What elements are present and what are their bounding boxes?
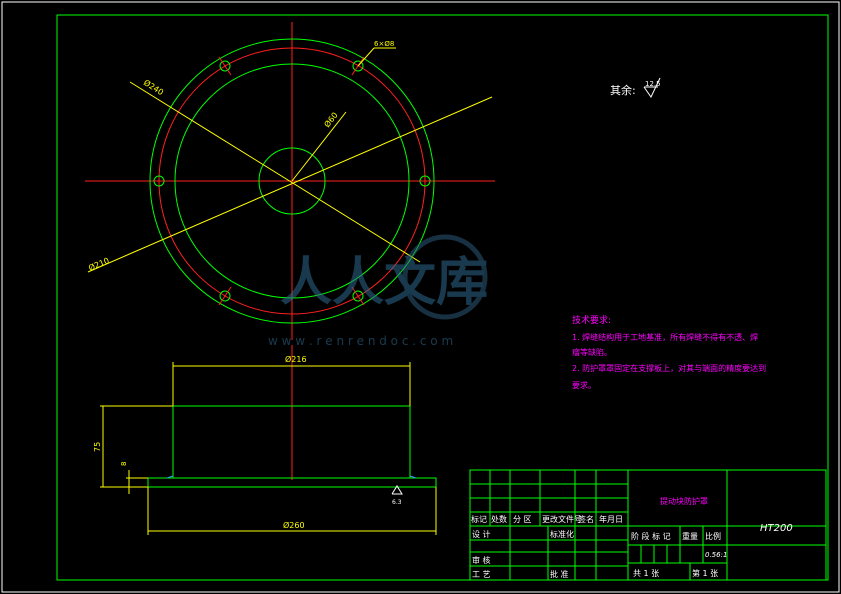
dim-text-outer-dia: Ø240 <box>142 77 166 97</box>
dim-text-bolt-holes: 6×Ø8 <box>374 40 394 48</box>
sheets-total: 共 1 张 <box>633 569 659 578</box>
scale-value: 0.56:1 <box>705 551 727 559</box>
watermark: 人人文库 w w w . r e n r e n d o c . c o m <box>268 234 488 348</box>
technical-requirements: 技术要求: 1. 焊缝结构用于工地基准，所有焊缝不得有不透、焊 瘤等缺陷。 2.… <box>572 314 766 390</box>
material: HT200 <box>760 523 793 534</box>
header-zone: 分 区 <box>513 515 532 524</box>
roughness-prefix: 其余: <box>610 83 636 97</box>
title-block-text: 提动块防护罩 HT200 标记 处数 分 区 更改文件号 签名 年月日 设 计 … <box>471 496 793 579</box>
stage-mark-label: 阶 段 标 记 <box>631 531 671 541</box>
header-change-doc: 更改文件号 <box>542 514 582 524</box>
tech-line-1: 1. 焊缝结构用于工地基准，所有焊缝不得有不透、焊 <box>572 332 758 342</box>
cad-drawing: Ø240 6×Ø8 Ø60 Ø210 其余: 12.5 人人文库 w w w .… <box>1 1 840 593</box>
watermark-text: 人人文库 <box>280 253 488 313</box>
weight-label: 重量 <box>682 531 698 541</box>
header-mark: 标记 <box>471 514 487 524</box>
header-date: 年月日 <box>599 514 623 524</box>
sheet-number: 第 1 张 <box>692 568 718 578</box>
header-count: 处数 <box>491 514 507 524</box>
tech-title: 技术要求: <box>572 314 611 326</box>
side-roughness-value: 6.3 <box>392 499 402 506</box>
hole-centerline <box>218 56 232 76</box>
reviewer-label: 审 核 <box>472 555 491 565</box>
header-sign: 签名 <box>578 514 594 524</box>
dim-text-inner-dia: Ø60 <box>322 110 340 129</box>
dim-text-top-width: Ø216 <box>285 354 307 364</box>
dim-text-height: 75 <box>93 442 102 452</box>
standardize-label: 标准化 <box>550 529 574 539</box>
scale-label: 比例 <box>705 531 721 541</box>
dim-text-bolt-circle: Ø210 <box>87 255 111 273</box>
dim-line-inner <box>291 111 347 182</box>
dim-text-base-width: Ø260 <box>283 520 305 530</box>
side-view: Ø216 Ø260 75 8 6.3 <box>93 345 437 535</box>
dim-text-base-thickness: 8 <box>120 462 128 466</box>
designer-label: 设 计 <box>472 529 491 539</box>
tech-line-3: 2. 防护罩罩固定在支撑板上，对其与端面的精度要达到 <box>572 363 766 373</box>
watermark-url: w w w . r e n r e n d o c . c o m <box>268 334 453 348</box>
tech-line-4: 要求。 <box>572 380 596 390</box>
approve-label: 批 准 <box>550 569 569 579</box>
dim-line-boltcircle <box>87 96 493 273</box>
tech-line-2: 瘤等缺陷。 <box>572 347 612 357</box>
part-name: 提动块防护罩 <box>660 496 708 506</box>
process-label: 工 艺 <box>472 570 491 579</box>
hole-centerline <box>218 286 232 306</box>
